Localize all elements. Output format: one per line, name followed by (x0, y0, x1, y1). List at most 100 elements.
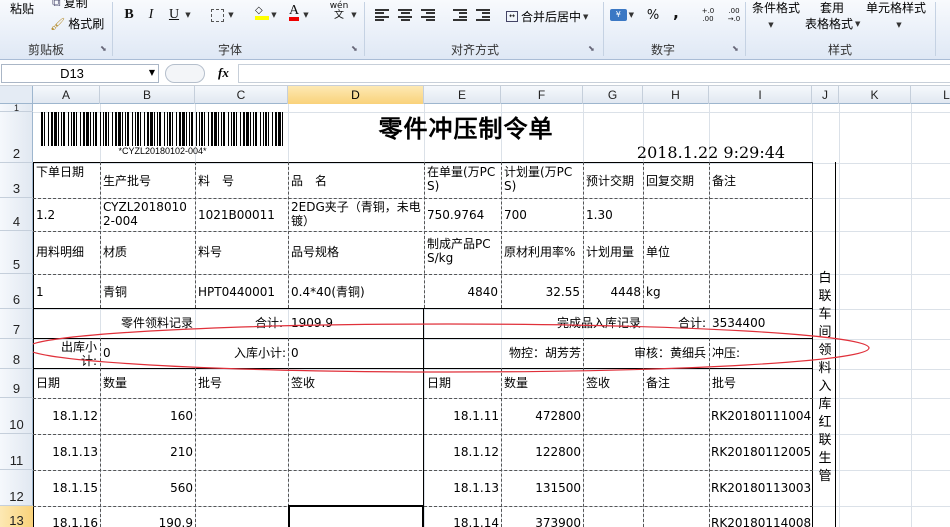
conditional-format-dropdown[interactable]: ▼ (765, 16, 775, 34)
italic-button[interactable]: I (141, 6, 161, 24)
row-header-2[interactable]: 2 (0, 112, 33, 163)
barcode-bar (282, 112, 283, 146)
barcode-bar (228, 112, 229, 146)
alignment-launcher-icon[interactable]: ⬊ (588, 44, 595, 53)
dashed-rule (501, 162, 502, 308)
column-header-g[interactable]: G (583, 86, 643, 104)
active-cell-d13[interactable] (288, 505, 424, 527)
row-header-5[interactable]: 5 (0, 231, 33, 274)
font-launcher-icon[interactable]: ⬊ (351, 44, 358, 53)
row-header-12[interactable]: 12 (0, 470, 33, 506)
barcode-bar (95, 112, 97, 146)
barcode-bar (263, 112, 264, 146)
column-header-a[interactable]: A (33, 86, 100, 104)
borders-dropdown[interactable]: ▼ (225, 6, 235, 24)
barcode-bar (265, 112, 267, 146)
barcode-bar (80, 112, 81, 146)
align-left-button[interactable] (372, 6, 392, 24)
row-header-7[interactable]: 7 (0, 309, 33, 339)
phonetic-button[interactable]: wén 文 (328, 2, 350, 21)
barcode-bar (204, 112, 205, 146)
row-header-1[interactable]: 1 (0, 103, 33, 112)
column-header-h[interactable]: H (643, 86, 709, 104)
row-header-3[interactable]: 3 (0, 163, 33, 198)
record-in-qty: 131500 (535, 481, 581, 495)
column-header-b[interactable]: B (100, 86, 195, 104)
formula-bar-handle[interactable] (165, 64, 205, 83)
worksheet-grid[interactable]: *CYZL20180102-004* 零件冲压制令单 2018.1.22 9:2… (33, 104, 950, 527)
align-center-button[interactable] (395, 6, 415, 24)
header-spec: 品号规格 (291, 245, 340, 259)
paste-button[interactable]: 粘贴 (10, 0, 34, 17)
decrease-indent-button[interactable] (450, 6, 470, 24)
select-all-button[interactable] (0, 86, 33, 104)
barcode-bar (132, 112, 133, 146)
number-launcher-icon[interactable]: ⬊ (732, 44, 739, 53)
bold-button[interactable]: B (119, 6, 139, 24)
underline-button[interactable]: U (164, 6, 184, 24)
inbound-subtotal-label: 入库小计: (233, 346, 286, 360)
increase-decimal-button[interactable]: +.0 .00 (696, 6, 720, 24)
barcode-bar (169, 112, 171, 146)
record-in-lot: RK20180111004 (711, 409, 812, 423)
barcode-bar (76, 112, 77, 146)
column-header-l[interactable]: L (911, 86, 950, 104)
underline-dropdown[interactable]: ▼ (182, 6, 192, 24)
document-title: 零件冲压制令单 (378, 115, 554, 143)
column-header-c[interactable]: C (195, 86, 288, 104)
format-painter-label: 格式刷 (68, 17, 105, 31)
barcode-bar (211, 112, 213, 146)
finished-total-label: 合计: (677, 316, 706, 330)
header-out-date: 日期 (36, 376, 61, 390)
align-right-button[interactable] (418, 6, 438, 24)
column-header-k[interactable]: K (839, 86, 911, 104)
chevron-down-icon[interactable]: ▼ (149, 68, 155, 77)
copy-button[interactable]: ⧉ 复制 (52, 0, 88, 11)
format-painter-button[interactable]: 🖌 格式刷 (50, 15, 104, 32)
barcode-bar (272, 112, 273, 146)
row-header-6[interactable]: 6 (0, 274, 33, 309)
insert-function-button[interactable]: fx (218, 65, 229, 81)
comma-button[interactable]: , (666, 4, 686, 22)
table-border (812, 162, 813, 527)
column-header-i[interactable]: I (709, 86, 812, 104)
clipboard-launcher-icon[interactable]: ⬊ (100, 44, 107, 53)
conditional-format-button[interactable]: 条件格式 (752, 0, 800, 16)
column-header-d[interactable]: D (288, 86, 424, 104)
column-header-f[interactable]: F (501, 86, 583, 104)
table-format-apply-button[interactable]: 套用 (820, 0, 844, 16)
row-header-4[interactable]: 4 (0, 198, 33, 231)
row-header-8[interactable]: 8 (0, 339, 33, 369)
column-header-j[interactable]: J (812, 86, 839, 104)
fill-color-dropdown[interactable]: ▼ (268, 6, 278, 24)
table-border (33, 162, 813, 163)
product-name-value: 2EDG夹子（青铜，未电镀） (291, 200, 421, 228)
accounting-format-button[interactable]: ¥ ▼ (610, 6, 634, 24)
alignment-group-label: 对齐方式 (451, 43, 500, 57)
gridline (839, 104, 840, 527)
row-header-10[interactable]: 10 (0, 398, 33, 434)
decrease-decimal-button[interactable]: .00 →.0 (722, 6, 746, 24)
font-color-dropdown[interactable]: ▼ (300, 6, 310, 24)
table-format-button[interactable]: 表格格式 ▼ (805, 15, 860, 32)
cell-styles-dropdown[interactable]: ▼ (893, 16, 903, 34)
column-header-e[interactable]: E (424, 86, 501, 104)
phonetic-dropdown[interactable]: ▼ (348, 6, 358, 24)
dashed-rule (643, 162, 644, 308)
name-box[interactable]: D13 ▼ (1, 64, 159, 83)
barcode-bar (54, 112, 57, 146)
parts-requisition-title: 零件领料记录 (120, 316, 193, 330)
cell-styles-button[interactable]: 单元格样式 (866, 0, 926, 16)
row-header-9[interactable]: 9 (0, 369, 33, 398)
row-header-13[interactable]: 13 (0, 506, 33, 527)
record-in-date: 18.1.11 (453, 409, 499, 423)
increase-indent-button[interactable] (473, 6, 493, 24)
merge-center-button[interactable]: ↔ 合并后居中 ▼ (506, 8, 588, 25)
formula-input[interactable] (238, 64, 950, 83)
record-out-qty: 160 (170, 409, 193, 423)
row-header-11[interactable]: 11 (0, 434, 33, 470)
material-line-no: 1 (36, 285, 44, 299)
dashed-rule (100, 338, 101, 527)
percent-button[interactable]: % (643, 6, 663, 24)
borders-button[interactable] (207, 6, 227, 24)
